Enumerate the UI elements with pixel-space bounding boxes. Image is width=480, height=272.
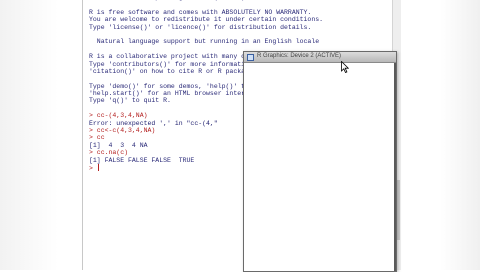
graphics-device-titlebar[interactable]: R Graphics: Device 2 (ACTIVE) [244,52,396,63]
graphics-device-edge [394,63,396,271]
graphics-device-title: R Graphics: Device 2 (ACTIVE) [257,53,342,59]
console-output-line [89,31,401,38]
graphics-device-canvas[interactable] [244,63,396,271]
right-backdrop [440,0,480,270]
r-window-icon [247,54,254,61]
graphics-device-window[interactable]: R Graphics: Device 2 (ACTIVE) [243,51,397,272]
console-output-line: You are welcome to redistribute it under… [89,16,324,24]
console-output-line: R is free software and comes with ABSOLU… [89,8,312,16]
mouse-pointer-icon [341,61,349,73]
console-output-line: Natural language support but running in … [89,38,320,46]
left-backdrop [0,0,58,270]
text-caret [97,163,99,171]
console-output-line [89,1,401,8]
console-output-line: Type 'license()' or 'licence()' for dist… [89,23,312,31]
